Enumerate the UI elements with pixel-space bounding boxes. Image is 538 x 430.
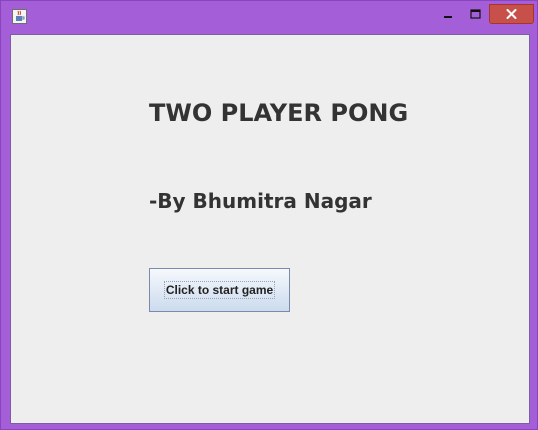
- start-game-button-label: Click to start game: [163, 281, 276, 299]
- minimize-icon: [444, 16, 452, 18]
- java-cup-icon: [12, 9, 27, 24]
- close-button[interactable]: [489, 4, 534, 24]
- start-game-button[interactable]: Click to start game: [149, 268, 290, 312]
- content-panel: TWO PLAYER PONG -By Bhumitra Nagar Click…: [10, 34, 530, 424]
- author-credit: -By Bhumitra Nagar: [149, 189, 372, 213]
- minimize-button[interactable]: [435, 4, 461, 24]
- title-bar[interactable]: [1, 1, 537, 31]
- application-window: TWO PLAYER PONG -By Bhumitra Nagar Click…: [0, 0, 538, 430]
- game-title: TWO PLAYER PONG: [149, 99, 409, 127]
- close-icon: [506, 9, 517, 19]
- maximize-icon: [469, 9, 481, 19]
- maximize-button[interactable]: [462, 4, 488, 24]
